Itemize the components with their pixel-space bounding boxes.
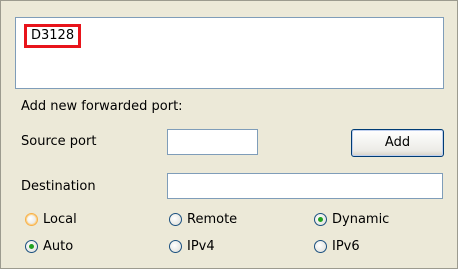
radio-remote[interactable]: Remote xyxy=(169,210,237,228)
radio-ipv6[interactable]: IPv6 xyxy=(314,237,360,255)
radio-remote-label: Remote xyxy=(187,211,238,227)
radio-circle-icon xyxy=(25,212,38,226)
add-port-section-label: Add new forwarded port: xyxy=(21,99,183,114)
forwarded-ports-list[interactable]: D3128 xyxy=(15,17,444,89)
radio-local[interactable]: Local xyxy=(25,210,77,228)
destination-input[interactable] xyxy=(167,173,443,199)
radio-circle-icon xyxy=(169,212,182,226)
radio-circle-icon xyxy=(314,239,327,253)
radio-auto[interactable]: Auto xyxy=(25,237,73,255)
radio-local-label: Local xyxy=(43,211,77,227)
radio-ipv4-label: IPv4 xyxy=(187,238,215,254)
radio-checked-icon xyxy=(25,239,38,253)
source-port-input[interactable] xyxy=(167,129,258,155)
destination-label: Destination xyxy=(21,179,96,194)
port-forwarding-panel: D3128 Add new forwarded port: Source por… xyxy=(0,0,458,269)
radio-checked-icon xyxy=(314,212,327,226)
radio-auto-label: Auto xyxy=(43,238,74,254)
radio-dynamic[interactable]: Dynamic xyxy=(314,210,389,228)
source-port-label: Source port xyxy=(21,134,97,149)
forwarded-port-item[interactable]: D3128 xyxy=(24,24,82,48)
radio-ipv4[interactable]: IPv4 xyxy=(169,237,215,255)
radio-circle-icon xyxy=(169,239,182,253)
radio-ipv6-label: IPv6 xyxy=(332,238,360,254)
radio-dynamic-label: Dynamic xyxy=(332,211,390,227)
add-button[interactable]: Add xyxy=(351,129,444,157)
